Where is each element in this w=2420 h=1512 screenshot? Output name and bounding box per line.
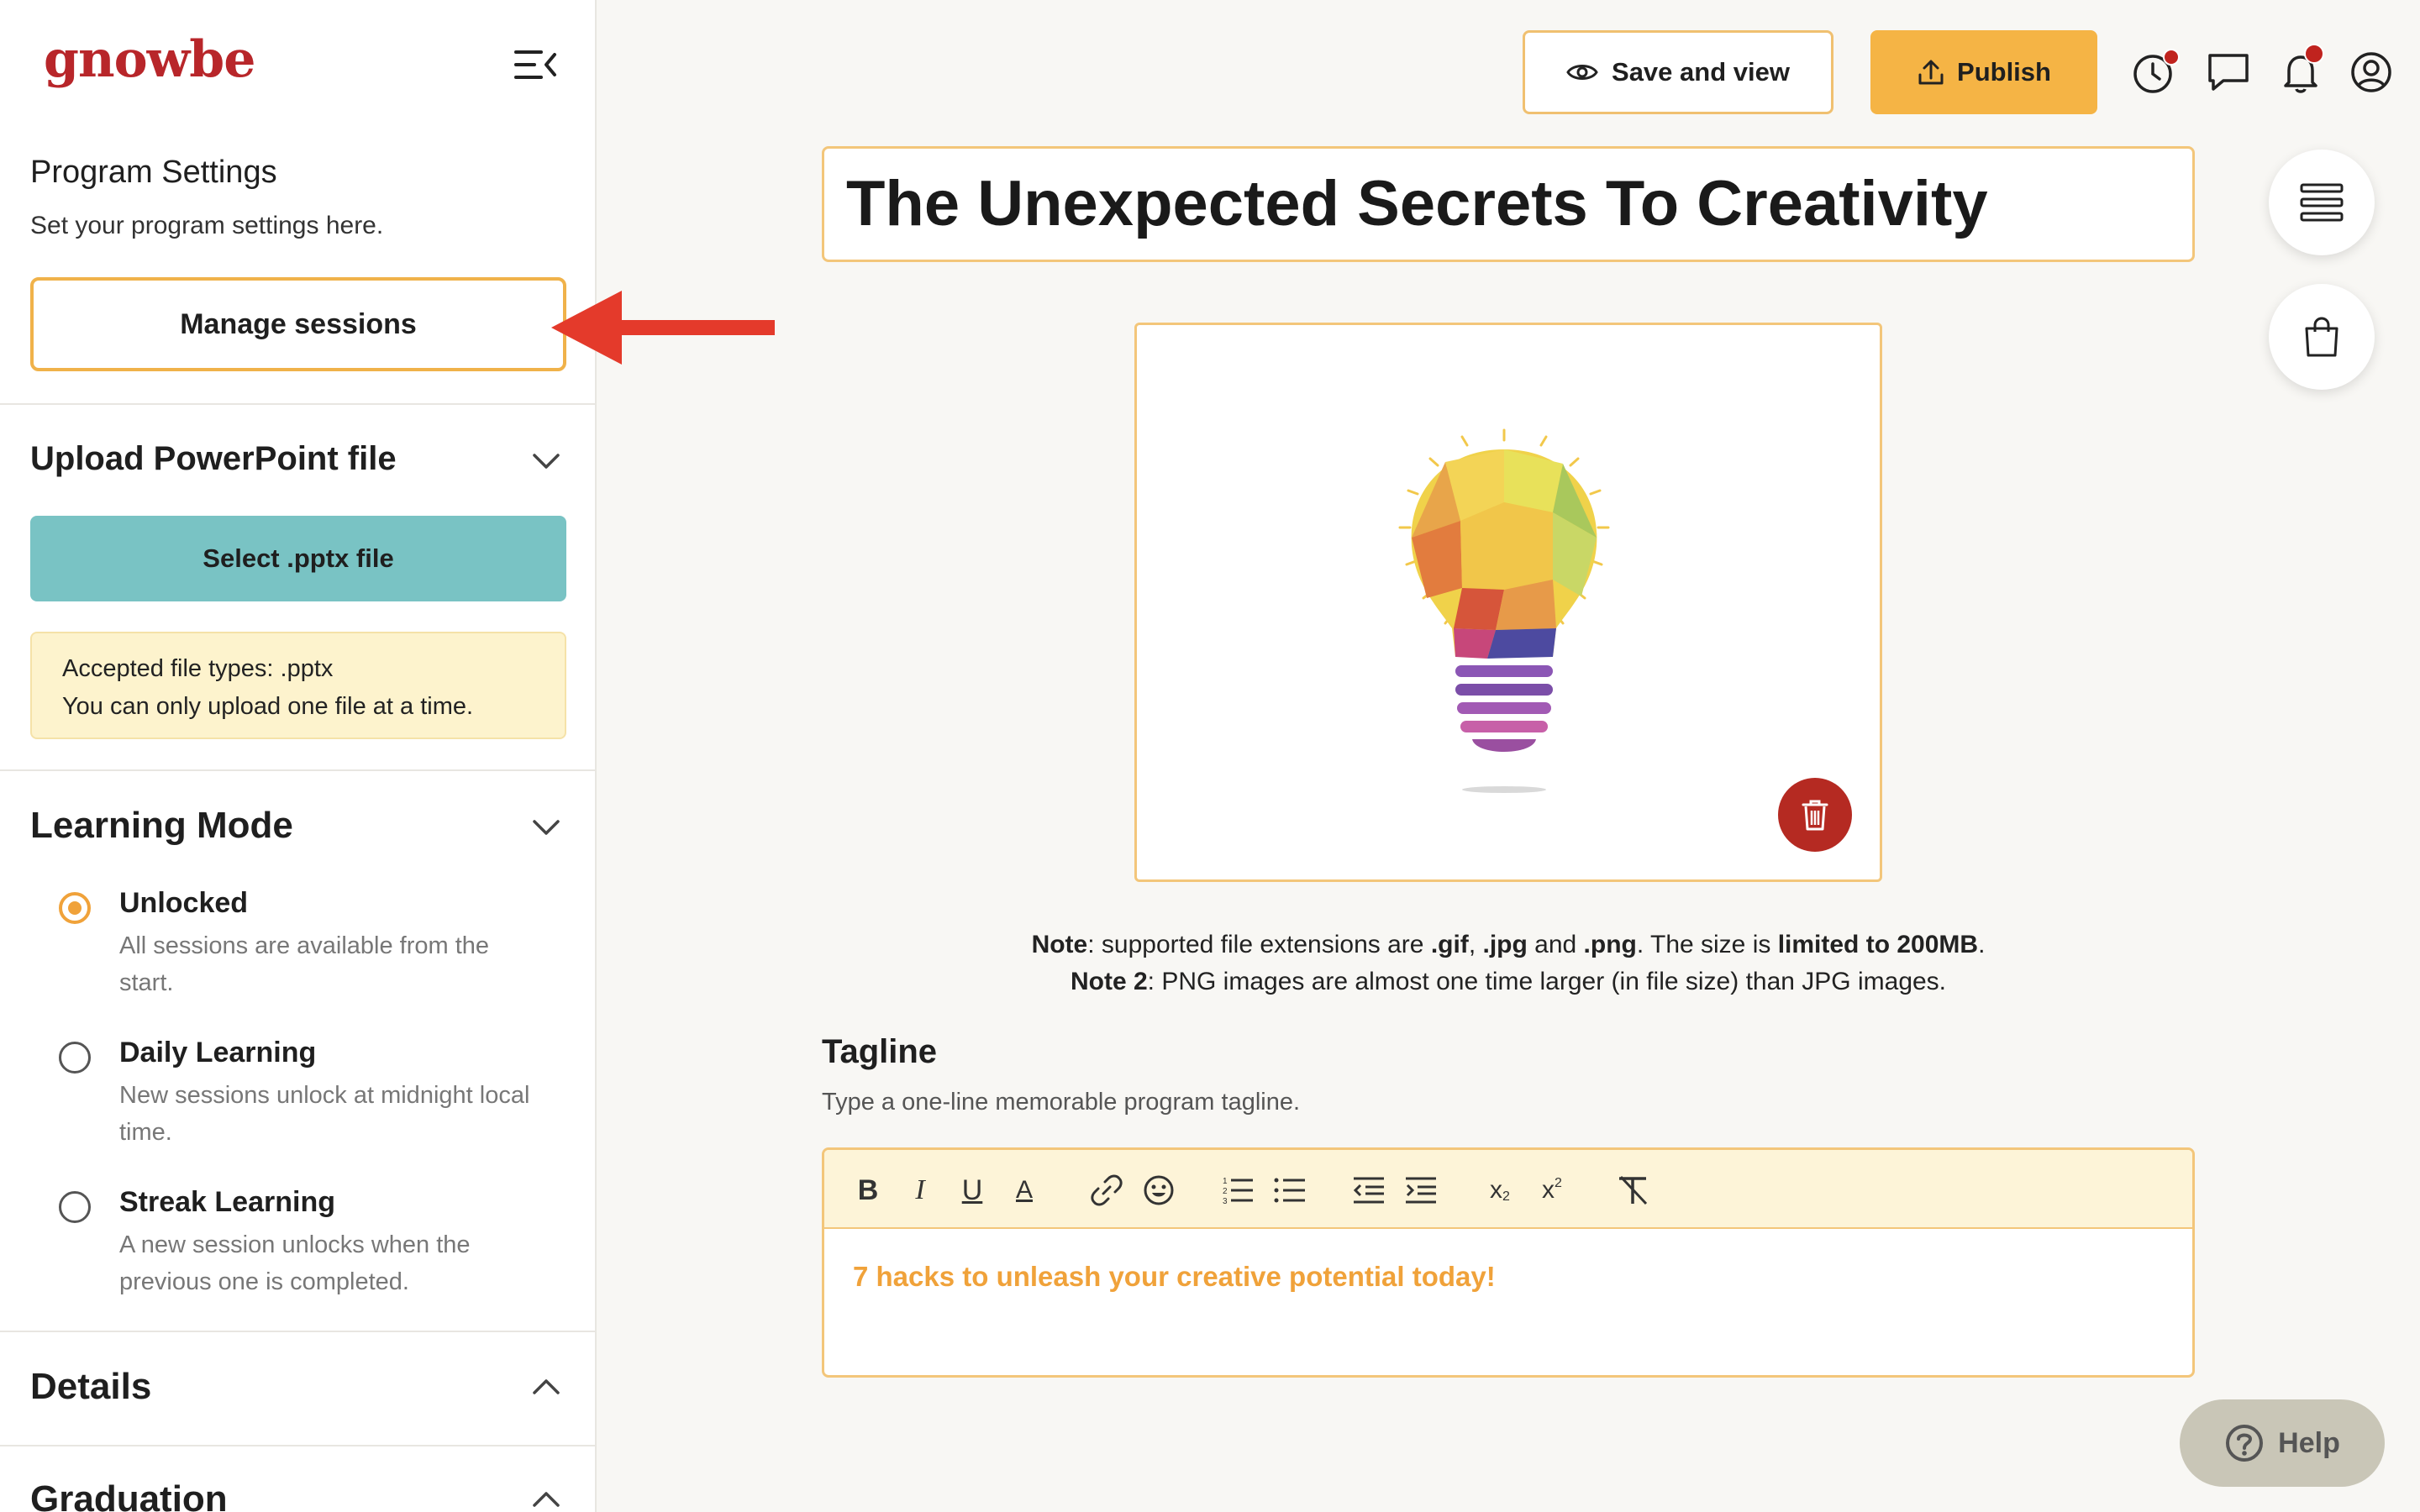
option-daily-learning-desc: New sessions unlock at midnight local ti… — [119, 1082, 530, 1146]
program-settings-heading: Program Settings — [30, 155, 277, 190]
account-icon[interactable] — [2348, 49, 2395, 96]
gnowbe-logo[interactable]: gnowbe — [44, 30, 255, 89]
note-png: .png — [1583, 931, 1637, 958]
graduation-section-title[interactable]: Graduation — [30, 1478, 228, 1512]
chevron-up-icon[interactable] — [529, 1371, 563, 1404]
shopping-bag-icon — [2305, 317, 2338, 357]
clock-notification-dot — [2163, 49, 2180, 66]
indent-icon[interactable] — [1402, 1172, 1439, 1209]
svg-text:1: 1 — [1223, 1177, 1228, 1186]
note-limit: limited to 200MB — [1777, 931, 1979, 958]
session-list-button[interactable] — [2269, 150, 2375, 255]
tagline-title: Tagline — [822, 1033, 938, 1070]
divider — [0, 769, 595, 771]
save-and-view-label: Save and view — [1612, 57, 1790, 87]
tagline-subtitle: Type a one-line memorable program taglin… — [822, 1089, 1301, 1116]
text-color-icon[interactable]: A — [1006, 1172, 1043, 1209]
info-line-2: You can only upload one file at a time. — [62, 693, 474, 720]
option-daily-learning-label[interactable]: Daily Learning — [119, 1037, 316, 1069]
subscript-icon[interactable]: x2 — [1481, 1172, 1518, 1209]
note-comma: , — [1468, 931, 1483, 958]
clear-format-icon[interactable] — [1614, 1172, 1651, 1209]
outdent-icon[interactable] — [1350, 1172, 1387, 1209]
collapse-sidebar-icon[interactable] — [513, 45, 558, 84]
note-label: Note — [1031, 931, 1088, 958]
program-settings-subheading: Set your program settings here. — [30, 212, 384, 239]
svg-text:3: 3 — [1223, 1197, 1228, 1206]
list-icon — [2300, 183, 2344, 222]
note-and: and — [1527, 931, 1584, 958]
learning-mode-title[interactable]: Learning Mode — [30, 805, 293, 847]
bold-icon[interactable]: B — [850, 1172, 886, 1209]
emoji-icon[interactable] — [1140, 1172, 1177, 1209]
note-end: . — [1978, 931, 1986, 958]
file-note: Note: supported file extensions are .gif… — [840, 931, 2176, 959]
info-line-1: Accepted file types: .pptx — [62, 655, 334, 682]
bell-notification-dot — [2304, 44, 2324, 64]
trash-icon — [1802, 800, 1828, 831]
program-title-input[interactable]: The Unexpected Secrets To Creativity — [822, 146, 2195, 262]
option-unlocked-desc: All sessions are available from the star… — [119, 932, 490, 996]
note-text-2: . The size is — [1636, 931, 1778, 958]
divider — [0, 1331, 595, 1332]
manage-sessions-button[interactable]: Manage sessions — [30, 277, 566, 371]
link-icon[interactable] — [1088, 1172, 1125, 1209]
chevron-down-icon[interactable] — [529, 444, 563, 477]
underline-icon[interactable]: U — [954, 1172, 991, 1209]
chevron-down-icon[interactable] — [529, 810, 563, 843]
shop-button[interactable] — [2269, 284, 2375, 390]
help-button[interactable]: Help — [2180, 1399, 2385, 1487]
radio-streak-learning[interactable] — [59, 1191, 91, 1223]
ordered-list-icon[interactable]: 1 2 3 — [1219, 1172, 1256, 1209]
radio-unlocked[interactable] — [59, 892, 91, 924]
superscript-icon[interactable]: x2 — [1534, 1172, 1570, 1209]
editor-toolbar: B I U A 1 2 3 x 2 x 2 — [824, 1150, 2192, 1229]
note2-label: Note 2 — [1070, 968, 1148, 995]
italic-icon[interactable]: I — [902, 1172, 939, 1209]
tagline-editor[interactable]: B I U A 1 2 3 x 2 x 2 7 hacks to unleash… — [822, 1147, 2195, 1378]
divider — [0, 1445, 595, 1446]
select-pptx-button[interactable]: Select .pptx file — [30, 516, 566, 601]
delete-image-button[interactable] — [1778, 778, 1852, 852]
note-text-1: : supported file extensions are — [1087, 931, 1431, 958]
divider — [0, 403, 595, 405]
annotation-arrow-icon — [551, 291, 775, 365]
option-streak-learning-label[interactable]: Streak Learning — [119, 1186, 335, 1219]
upload-icon — [1918, 60, 1944, 85]
save-and-view-button[interactable]: Save and view — [1523, 30, 1833, 114]
chevron-up-icon[interactable] — [529, 1483, 563, 1512]
note-jpg: .jpg — [1482, 931, 1528, 958]
publish-button[interactable]: Publish — [1870, 30, 2097, 114]
option-streak-learning-desc: A new session unlocks when the previous … — [119, 1231, 471, 1295]
note-gif: .gif — [1430, 931, 1469, 958]
bullet-list-icon[interactable] — [1271, 1172, 1308, 1209]
details-section-title[interactable]: Details — [30, 1366, 151, 1408]
question-icon — [2226, 1425, 2264, 1462]
sidebar: gnowbe Program Settings Set your program… — [0, 0, 597, 1512]
lightbulb-illustration — [1398, 428, 1610, 793]
svg-text:2: 2 — [1223, 1187, 1228, 1196]
upload-section-title[interactable]: Upload PowerPoint file — [30, 440, 397, 478]
radio-daily-learning[interactable] — [59, 1042, 91, 1074]
chat-icon[interactable] — [2205, 49, 2252, 96]
tagline-text[interactable]: 7 hacks to unleash your creative potenti… — [853, 1261, 1496, 1293]
option-unlocked-label[interactable]: Unlocked — [119, 887, 248, 920]
publish-label: Publish — [1957, 57, 2051, 87]
eye-icon — [1566, 65, 1598, 80]
file-note-2: Note 2: PNG images are almost one time l… — [840, 968, 2176, 996]
accepted-file-info: Accepted file types: .pptx You can only … — [30, 632, 566, 739]
help-label: Help — [2278, 1426, 2340, 1459]
note2-text: : PNG images are almost one time larger … — [1147, 968, 1947, 995]
